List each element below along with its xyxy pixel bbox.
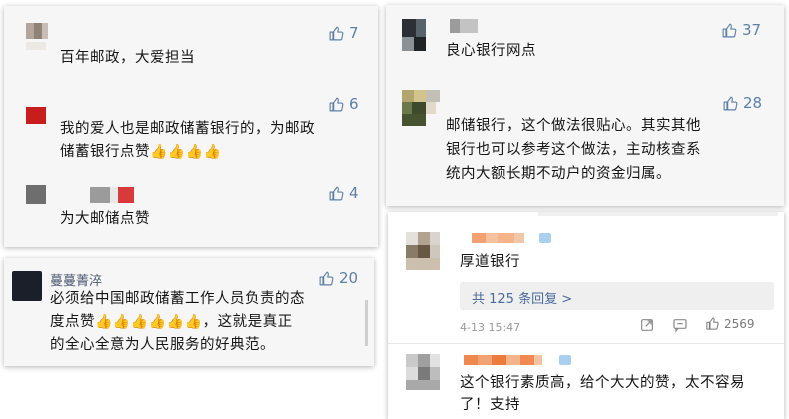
comment-text-line-3: 的全心全意为人民服务的好典范。	[50, 337, 275, 353]
comment-panel-2: 37 良心银行网点 28 邮储银行，这个做法很贴心。其实其他 银行也可以参考这个…	[386, 5, 784, 206]
like-count: 20	[339, 269, 359, 287]
avatar-pixelated	[402, 19, 426, 37]
scroll-fade	[538, 212, 778, 216]
comment-text: 厚道银行	[460, 254, 520, 270]
scrollbar[interactable]	[365, 300, 368, 346]
thumbs-up-emoji-row: 👍👍👍👍👍👍	[95, 314, 203, 330]
avatar-pixelated-bottom	[402, 102, 436, 114]
comment-icon[interactable]	[672, 317, 688, 337]
thumbs-up-icon	[328, 185, 345, 202]
thumbs-up-icon	[722, 95, 739, 112]
avatar-pixelated-bottom	[402, 37, 426, 51]
like-count: 4	[349, 184, 359, 202]
comment-text-line-1: 邮储银行，这个做法很贴心。其实其他	[446, 118, 701, 134]
user-level-badge	[559, 355, 571, 365]
like-button[interactable]: 37	[721, 21, 761, 39]
username-pixelated	[450, 19, 478, 33]
comment-text-line-2: 银行也可以参考这个做法，主动核查系	[446, 142, 701, 158]
thumbs-up-icon	[328, 25, 345, 42]
avatar-pixelated	[26, 107, 46, 124]
like-button[interactable]: 2569	[705, 316, 755, 331]
like-button[interactable]: 20	[318, 269, 358, 287]
avatar-pixelated	[26, 23, 48, 39]
comment-text: 为大邮储点赞	[60, 211, 150, 227]
comment-panel-4: 厚道银行 共 125 条回复 > 4-13 15:47 2569 这个银行素质高…	[388, 212, 784, 419]
username-pixelated	[464, 355, 542, 365]
comment-text-line-1: 我的爱人也是邮政储蓄银行的，为邮政	[60, 121, 315, 137]
like-button[interactable]: 28	[722, 94, 762, 112]
avatar-pixelated	[26, 185, 46, 204]
comment-timestamp: 4-13 15:47	[460, 321, 521, 334]
like-count: 37	[742, 21, 762, 39]
comment-text-line-2: 储蓄银行点赞👍👍👍👍	[60, 141, 222, 164]
user-level-badge	[539, 233, 551, 243]
like-count: 2569	[724, 316, 755, 331]
comment-text-line-2: 了！支持	[460, 397, 520, 413]
comment-text-line-1: 必须给中国邮政储蓄工作人员负责的态	[50, 291, 305, 307]
view-replies-link[interactable]: 共 125 条回复 >	[472, 288, 572, 307]
like-count: 7	[349, 24, 359, 42]
thumbs-up-icon	[705, 316, 720, 331]
comment-text: 百年邮政，大爱担当	[60, 50, 195, 66]
thumbs-up-icon	[318, 270, 335, 287]
thumbs-up-icon	[721, 22, 738, 39]
avatar-pixelated	[406, 354, 440, 367]
like-button[interactable]: 4	[328, 184, 359, 202]
like-button[interactable]: 7	[328, 24, 359, 42]
avatar-pixelated	[406, 232, 440, 245]
avatar-pixelated-bottom	[406, 245, 440, 258]
share-icon[interactable]	[639, 317, 655, 337]
username-pixelated	[90, 187, 134, 203]
avatar-pixelated-bottom-2	[406, 380, 440, 390]
comment-text: 度点赞	[50, 314, 95, 330]
username[interactable]: 蔓蔓菁淬	[50, 270, 102, 289]
comment-text-line-1: 这个银行素质高，给个大大的赞，太不容易	[460, 375, 745, 391]
avatar-pixelated-bottom	[406, 367, 440, 380]
comment-text-line-3: 统内大额长期不动户的资金归属。	[446, 166, 671, 182]
user-avatar	[12, 271, 42, 301]
comment-text-line-2: 度点赞👍👍👍👍👍👍，这就是真正	[50, 311, 293, 334]
like-count: 6	[349, 95, 359, 113]
avatar-pixelated-bottom-2	[406, 258, 440, 270]
comment-text: ，这就是真正	[202, 314, 293, 330]
comment-panel-1: 7 百年邮政，大爱担当 6 我的爱人也是邮政储蓄银行的，为邮政 储蓄银行点赞👍👍…	[4, 6, 378, 247]
avatar-pixelated	[402, 90, 440, 102]
like-count: 28	[743, 94, 763, 112]
avatar-pixelated-bottom-2	[402, 114, 426, 126]
comment-panel-3: 蔓蔓菁淬 20 必须给中国邮政储蓄工作人员负责的态 度点赞👍👍👍👍👍👍，这就是真…	[4, 258, 374, 366]
username-pixelated	[472, 233, 524, 243]
comment-text: 储蓄银行点赞	[60, 144, 150, 160]
thumbs-up-icon	[328, 96, 345, 113]
divider	[388, 343, 784, 344]
comment-text: 良心银行网点	[446, 43, 536, 59]
username-pixelated	[26, 42, 46, 50]
thumbs-up-emoji-row: 👍👍👍👍	[150, 144, 222, 160]
like-button[interactable]: 6	[328, 95, 359, 113]
